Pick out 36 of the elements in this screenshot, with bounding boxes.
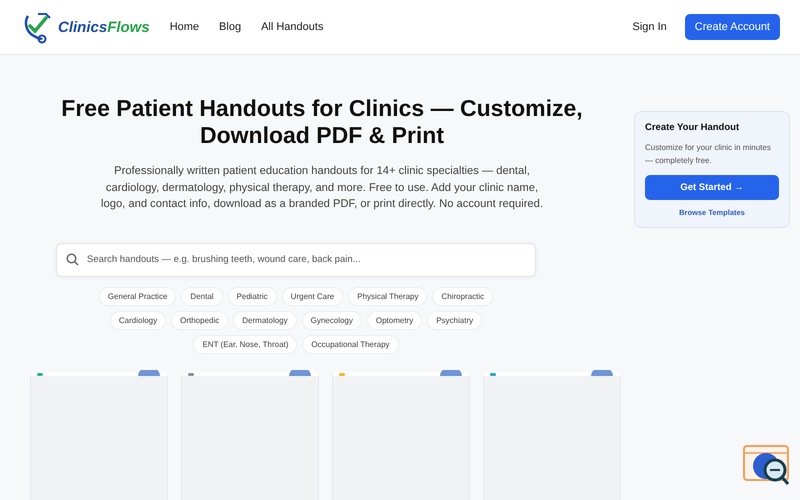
handout-card[interactable] xyxy=(181,372,319,500)
handout-card[interactable] xyxy=(483,372,621,500)
nav-link[interactable]: All Handouts xyxy=(261,21,324,33)
category-chip[interactable]: Dental xyxy=(181,286,223,306)
arc-icon xyxy=(439,370,463,376)
handout-card[interactable] xyxy=(332,372,470,500)
handout-card[interactable] xyxy=(30,372,168,500)
logo-text: ClinicsFlows xyxy=(58,18,150,36)
search-window-icon[interactable] xyxy=(742,444,792,488)
card-text: Customize for your clinic in minutes — completely free. xyxy=(645,142,772,167)
category-chip[interactable]: Chiropractic xyxy=(432,286,494,306)
category-chip[interactable]: Urgent Care xyxy=(282,286,344,306)
category-chip[interactable]: Psychiatry xyxy=(427,310,482,330)
category-chip[interactable]: Dermatology xyxy=(233,310,297,330)
category-chip[interactable]: ENT (Ear, Nose, Throat) xyxy=(193,334,298,354)
get-started-button[interactable]: Get Started → xyxy=(645,175,779,200)
arc-icon xyxy=(137,370,161,376)
nav-link[interactable]: Blog xyxy=(219,21,242,33)
category-chip[interactable]: Orthopedic xyxy=(171,310,228,330)
description: Professionally written patient education handouts for 14+ clinic specialties — dental, cardiology, dermatology, physical therapy, and more. Free to use. Add your clinic name, logo, and contact info, download as a branded PDF, or print directly. No account required. xyxy=(100,164,544,212)
nav-link[interactable]: Home xyxy=(170,21,200,33)
search-field[interactable]: Search handouts — e.g. brushing teeth, wound care, back pain... xyxy=(56,242,536,276)
create-account-button[interactable]: Create Account xyxy=(684,14,780,40)
page-title: Free Patient Handouts for Clinics — Customize, Download PDF & Print xyxy=(60,95,584,149)
arc-icon xyxy=(288,370,312,376)
sign-in-link[interactable]: Sign In xyxy=(632,21,667,33)
category-chip[interactable]: Pediatric xyxy=(228,286,277,306)
category-chip[interactable]: Optometry xyxy=(366,310,422,330)
category-chip[interactable]: Occupational Therapy xyxy=(302,334,399,354)
category-chip[interactable]: Gynecology xyxy=(302,310,362,330)
arc-icon xyxy=(590,370,614,376)
logo[interactable]: ClinicsFlows xyxy=(22,10,150,44)
card-title: Create Your Handout xyxy=(645,122,740,133)
category-chip[interactable]: Physical Therapy xyxy=(348,286,428,306)
category-chip[interactable]: General Practice xyxy=(98,286,176,306)
category-chip[interactable]: Cardiology xyxy=(110,310,166,330)
